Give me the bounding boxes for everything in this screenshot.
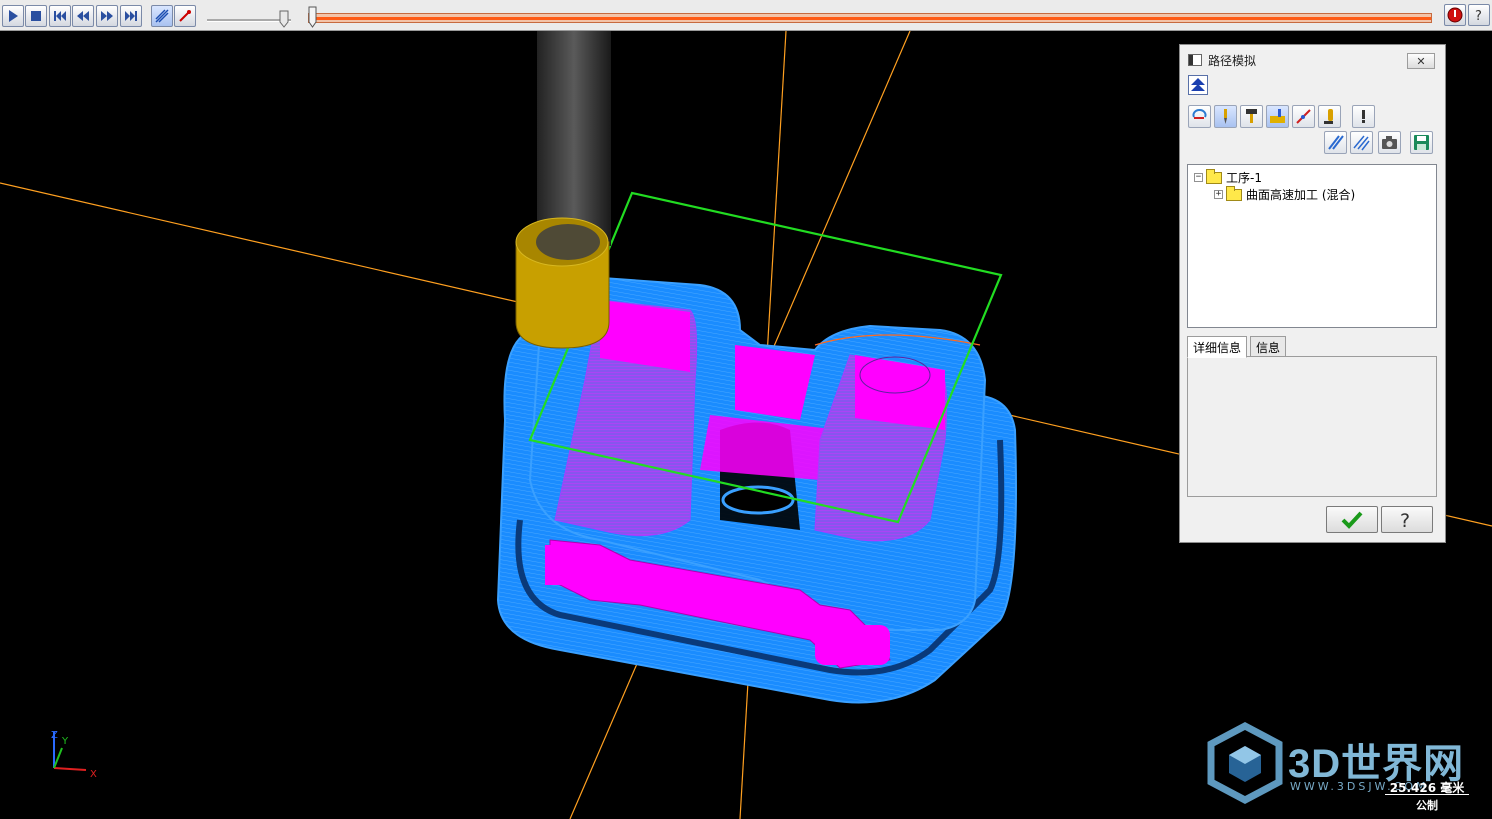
folder-icon [1206,168,1222,184]
part-foot-left [545,545,585,585]
path-simulation-dialog: 路径模拟 ✕ − 工序-1 + 曲面高速加工 (混合) 详细信息 信息 ? [1179,44,1446,543]
stop-red-icon [1447,7,1463,23]
holder-icon [1246,109,1257,123]
double-up-arrow-icon [1191,78,1205,91]
step-forward-icon [101,11,113,21]
dialog-window-icon [1188,54,1202,66]
cutter-display-button[interactable] [1318,105,1341,128]
holder-display-button[interactable] [1240,105,1263,128]
step-back-icon [77,11,89,21]
tool-trace-icon [179,10,191,22]
tool-display-button[interactable] [1214,105,1237,128]
go-to-end-button[interactable] [120,5,142,27]
ok-button[interactable] [1326,506,1378,533]
toolpath-display-button[interactable] [1292,105,1315,128]
save-button[interactable] [1410,131,1433,154]
go-to-end-icon [125,11,137,21]
tree-item-operation[interactable]: − 工序-1 [1194,168,1430,186]
snapshot-button[interactable] [1378,131,1401,154]
help-icon: ? [1475,9,1482,23]
path-dense-icon [1353,135,1370,151]
progress-bar[interactable] [308,13,1432,23]
step-forward-button[interactable] [96,5,118,27]
trace-path-icon [155,9,169,23]
tree-item-child[interactable]: + 曲面高速加工 (混合) [1194,185,1430,203]
scale-unit: 公制 [1416,799,1438,812]
toolpath-icon [1296,109,1311,124]
step-back-button[interactable] [72,5,94,27]
progress-thumb[interactable] [308,6,317,28]
operation-tree[interactable]: − 工序-1 + 曲面高速加工 (混合) [1187,164,1437,328]
details-panel [1187,356,1437,497]
stock-icon [1270,109,1285,123]
save-icon [1414,135,1429,150]
tree-item-label: 工序-1 [1226,171,1262,185]
path-lines-button[interactable] [1324,131,1347,154]
stock-display-button[interactable] [1266,105,1289,128]
stop-icon [31,11,41,21]
dialog-close-button[interactable]: ✕ [1407,53,1435,69]
tool-trace-button[interactable] [174,5,196,27]
rotate-icon [1192,109,1207,119]
tool-shank [537,31,611,246]
rotate-view-button[interactable] [1188,105,1211,128]
help-button[interactable]: ? [1381,506,1433,533]
exclamation-icon [1362,110,1365,123]
path-lines-icon [1328,135,1344,150]
go-to-start-button[interactable] [49,5,71,27]
part-foot-right [815,625,890,665]
speed-slider-thumb[interactable] [279,10,289,28]
playback-toolbar: ? [0,0,1492,31]
stop-simulation-button[interactable] [1444,4,1466,26]
alert-button[interactable] [1352,105,1375,128]
folder-icon [1226,185,1242,201]
trace-path-button[interactable] [151,5,173,27]
dialog-title-bar[interactable]: 路径模拟 ✕ [1180,45,1445,75]
tab-details[interactable]: 详细信息 [1187,336,1248,358]
expand-toggle[interactable]: + [1214,190,1223,199]
dialog-title: 路径模拟 [1208,53,1257,68]
x-axis-label: X [90,769,97,780]
checkmark-icon [1341,511,1363,529]
play-icon [9,10,18,22]
collapse-button[interactable] [1188,75,1208,95]
tool-icon [1224,109,1227,124]
stop-button[interactable] [25,5,47,27]
collapse-toggle[interactable]: − [1194,173,1203,182]
question-icon: ? [1400,510,1410,531]
svg-text:?: ? [1475,9,1482,23]
play-button[interactable] [2,5,24,27]
cutter-icon [1324,109,1333,124]
help-toolbar-button[interactable]: ? [1468,4,1490,26]
y-axis-label: Y [61,736,69,747]
z-axis-label: Z [51,730,58,741]
svg-text:?: ? [1400,510,1410,531]
scale-value: 25.426 毫米 [1385,781,1469,795]
progress-fill [309,17,1431,20]
camera-icon [1382,136,1397,149]
axis-triad: Z Y X [51,730,97,780]
tree-item-label: 曲面高速加工 (混合) [1246,188,1356,202]
tab-info[interactable]: 信息 [1250,336,1287,357]
go-to-start-icon [54,11,66,21]
path-dense-button[interactable] [1350,131,1373,154]
